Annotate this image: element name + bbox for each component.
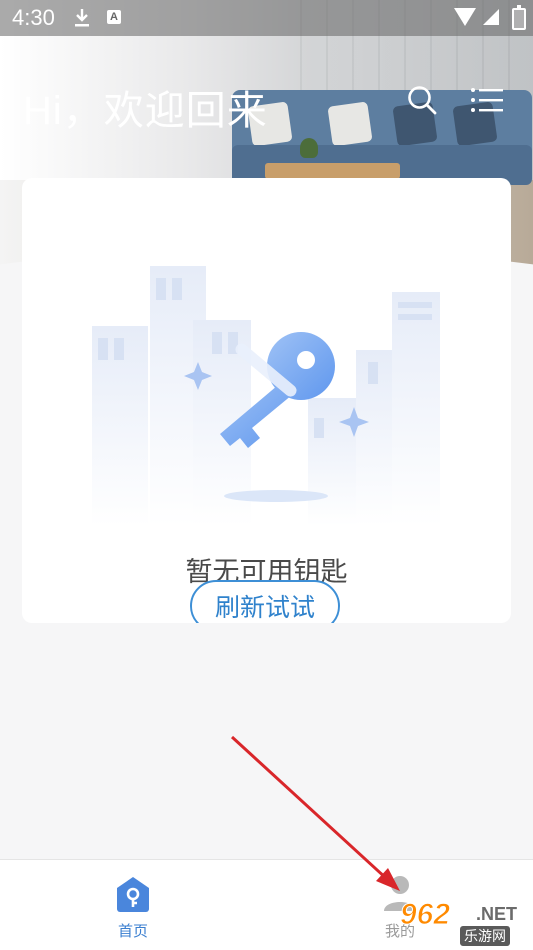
watermark-logo: 962 .NET 乐游网 — [399, 898, 530, 946]
battery-icon — [512, 5, 526, 30]
pillow — [327, 101, 373, 147]
watermark-suffix: .NET — [476, 904, 518, 924]
nav-label-home: 首页 — [117, 923, 148, 940]
wifi-icon — [454, 8, 476, 26]
coffee-table — [265, 163, 400, 179]
menu-icon[interactable] — [470, 87, 504, 113]
watermark-cn: 乐游网 — [460, 926, 510, 946]
nav-item-home[interactable]: 首页 — [103, 874, 163, 944]
signal-icon — [483, 9, 499, 25]
home-key-icon — [117, 877, 149, 912]
status-bar: 4:30 A — [0, 0, 533, 36]
key-building-illustration — [92, 266, 440, 526]
refresh-button[interactable]: 刷新试试 — [190, 580, 340, 623]
status-time: 4:30 — [12, 5, 55, 30]
download-icon — [75, 9, 89, 27]
greeting-title: Hi，欢迎回来 — [23, 89, 268, 133]
search-icon[interactable] — [407, 85, 437, 115]
empty-keys-card: 暂无可用钥匙 刷新试试 — [22, 178, 511, 623]
plant — [300, 138, 318, 158]
a-notification-icon: A — [107, 10, 121, 24]
watermark-number: 962 — [399, 898, 451, 932]
